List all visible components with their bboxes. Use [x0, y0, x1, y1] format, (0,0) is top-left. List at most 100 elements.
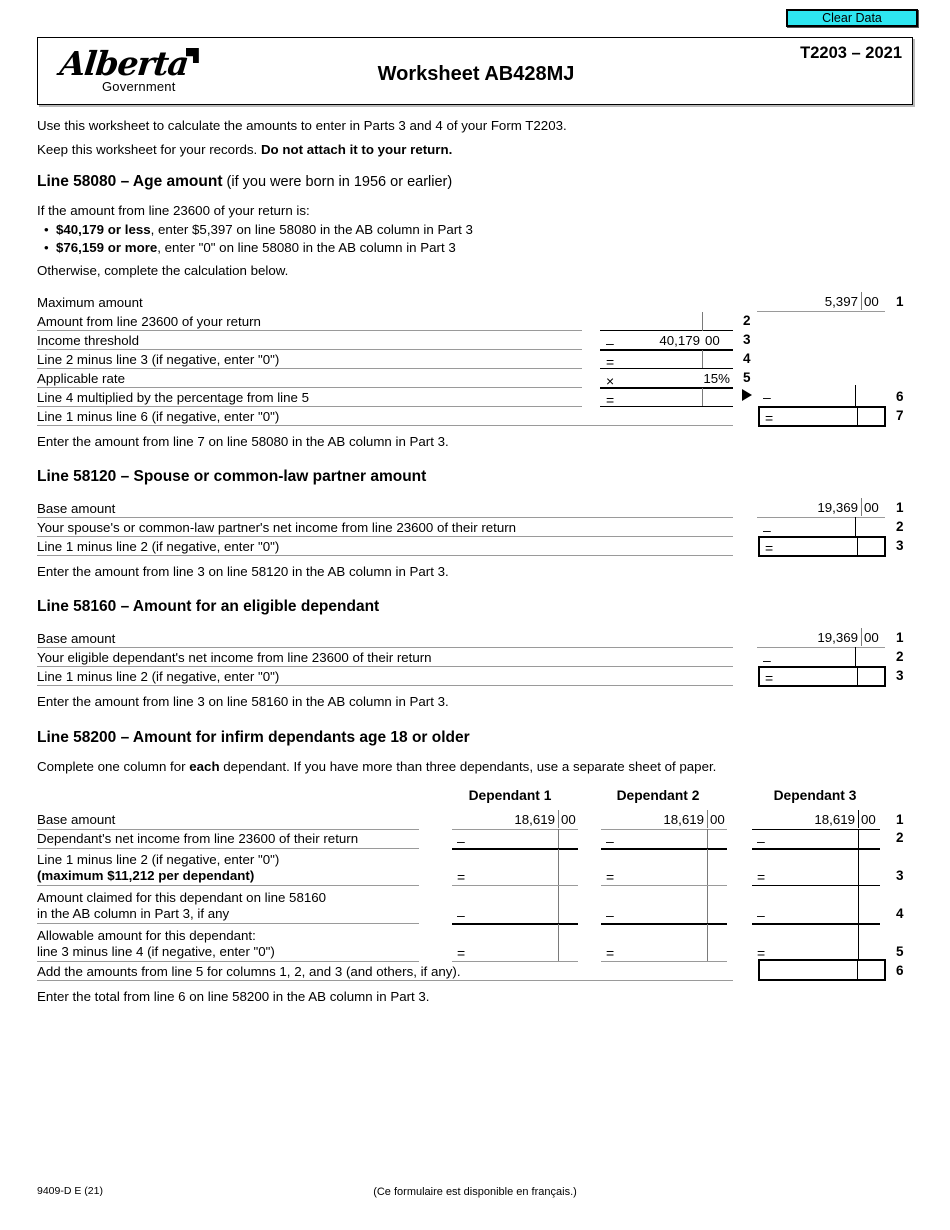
field-rule — [600, 330, 733, 331]
label-rule — [37, 555, 733, 556]
field-rule — [452, 885, 578, 886]
row-value-58200-1-c2: 18,619 — [663, 812, 704, 827]
cents-divider — [558, 849, 559, 886]
row-label-58120-2: Your spouse's or common-law partner's ne… — [37, 520, 517, 535]
total-field-58160[interactable]: = — [758, 666, 886, 687]
cents-divider — [857, 538, 858, 555]
row-op-58200-5-c1: = — [457, 945, 466, 961]
field-rule — [752, 923, 880, 925]
label-rule — [37, 349, 582, 350]
field-rule — [601, 961, 727, 962]
field-rule — [600, 406, 733, 407]
label-rule — [37, 387, 582, 388]
row-label-58200-3b: (maximum $11,212 per dependant) — [37, 868, 255, 883]
row-label-58200-5b: line 3 minus line 4 (if negative, enter … — [37, 944, 275, 959]
section-58080-bullet-1: • $40,179 or less, enter $5,397 on line … — [44, 222, 473, 237]
form-header-box: Alberta Government Worksheet AB428MJ T22… — [37, 37, 913, 105]
row-number-58160-1: 1 — [896, 630, 904, 645]
intro-line-2-plain: Keep this worksheet for your records. — [37, 142, 261, 157]
equals-sign: = — [765, 670, 774, 686]
row-number-58080-1: 1 — [896, 294, 904, 309]
label-rule — [37, 330, 582, 331]
cents-divider — [861, 498, 862, 516]
row-op-58200-2-c3: – — [757, 833, 765, 849]
cents-divider — [855, 647, 856, 667]
row-number-58200-5: 5 — [896, 944, 904, 959]
row-number-58120-3: 3 — [896, 538, 904, 553]
label-rule — [37, 829, 419, 830]
section-58200-instruction: Complete one column for each dependant. … — [37, 758, 716, 775]
field-rule — [452, 923, 578, 925]
section-58120-closing: Enter the amount from line 3 on line 581… — [37, 564, 449, 579]
cents-divider — [857, 408, 858, 425]
label-rule — [37, 536, 733, 537]
row-label-58080-7: Line 1 minus line 6 (if negative, enter … — [37, 409, 280, 424]
row-number-58080-5: 5 — [743, 370, 751, 385]
section-heading-58080-bold: Line 58080 – Age amount — [37, 173, 223, 190]
row-op-58200-3-c2: = — [606, 869, 615, 885]
row-number-58160-3: 3 — [896, 668, 904, 683]
row-number-58200-1: 1 — [896, 812, 904, 827]
total-field-58200[interactable] — [758, 959, 886, 981]
label-rule — [37, 406, 582, 407]
row-value-58200-1-c3: 18,619 — [814, 812, 855, 827]
cents-divider — [858, 924, 859, 961]
total-field-58120[interactable]: = — [758, 536, 886, 557]
row-value-58200-1-c1: 18,619 — [514, 812, 555, 827]
bullet-2-bold: $76,159 or more — [56, 240, 158, 255]
row-op-58200-4-c2: – — [606, 907, 614, 923]
cents-divider — [707, 829, 708, 848]
instruction-bold: each — [189, 759, 220, 774]
bullet-2-rest: , enter "0" on line 58080 in the AB colu… — [157, 240, 456, 255]
row-label-58160-1: Base amount — [37, 631, 116, 646]
field-rule — [752, 829, 880, 830]
cents-divider — [707, 810, 708, 828]
field-rule — [600, 387, 733, 389]
column-header-dependant-3: Dependant 3 — [773, 788, 857, 803]
cents-divider — [858, 886, 859, 923]
row-label-58080-3: Income threshold — [37, 333, 139, 348]
clear-data-button[interactable]: Clear Data — [786, 9, 918, 27]
section-heading-58160: Line 58160 – Amount for an eligible depe… — [37, 598, 380, 615]
cents-divider — [855, 385, 856, 406]
row-op-58200-4-c1: – — [457, 907, 465, 923]
field-rule — [600, 349, 733, 351]
row-op-58200-2-c1: – — [457, 833, 465, 849]
intro-line-2: Keep this worksheet for your records. Do… — [37, 142, 452, 158]
field-rule — [452, 829, 578, 830]
field-rule — [601, 885, 727, 886]
equals-sign: = — [765, 410, 774, 426]
row-cents-58160-1: 00 — [864, 630, 879, 645]
instruction-post: dependant. If you have more than three d… — [219, 759, 717, 774]
row-label-58160-2: Your eligible dependant's net income fro… — [37, 650, 432, 665]
row-cents-58120-1: 00 — [864, 500, 879, 515]
cents-divider — [558, 810, 559, 828]
row-op-58200-5-c2: = — [606, 945, 615, 961]
section-heading-58200: Line 58200 – Amount for infirm dependant… — [37, 729, 470, 746]
cents-divider — [702, 350, 703, 369]
field-rule — [601, 848, 727, 850]
row-label-58200-1: Base amount — [37, 812, 116, 827]
bullet-1-text: $40,179 or less, enter $5,397 on line 58… — [56, 222, 473, 237]
row-op-58200-4-c3: – — [757, 907, 765, 923]
section-heading-58080-note: (if you were born in 1956 or earlier) — [222, 174, 453, 190]
row-label-58080-5: Applicable rate — [37, 371, 125, 386]
clear-data-button-wrap: Clear Data — [786, 9, 918, 27]
row-number-58080-3: 3 — [743, 332, 751, 347]
section-58160-closing: Enter the amount from line 3 on line 581… — [37, 694, 449, 709]
cents-divider — [858, 849, 859, 886]
intro-line-1: Use this worksheet to calculate the amou… — [37, 118, 567, 133]
row-number-58120-2: 2 — [896, 519, 904, 534]
row-label-58200-5a: Allowable amount for this dependant: — [37, 928, 256, 943]
total-field-58080[interactable]: = — [758, 406, 886, 427]
row-label-58200-6: Add the amounts from line 5 for columns … — [37, 964, 461, 979]
row-op-58200-3-c3: = — [757, 869, 766, 885]
field-rule — [601, 829, 727, 830]
row-label-58080-6: Line 4 multiplied by the percentage from… — [37, 390, 310, 405]
bullet-1-bold: $40,179 or less — [56, 222, 151, 237]
section-58200-closing: Enter the total from line 6 on line 5820… — [37, 989, 430, 1004]
row-number-58080-7: 7 — [896, 408, 904, 423]
cents-divider — [861, 628, 862, 646]
row-label-58200-2: Dependant's net income from line 23600 o… — [37, 831, 359, 846]
row-cents-58200-1-c1: 00 — [561, 812, 576, 827]
